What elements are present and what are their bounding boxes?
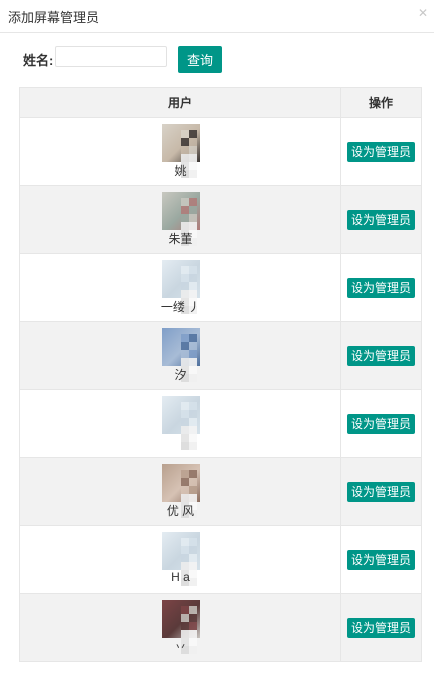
- action-cell: 设为管理员: [340, 525, 422, 594]
- action-cell: 设为管理员: [340, 389, 422, 458]
- dialog-title: 添加屏幕管理员: [8, 10, 100, 25]
- user-name: 朱董: [168, 232, 193, 246]
- table-row: 汐 设为管理员: [19, 321, 422, 390]
- query-button[interactable]: 查询: [178, 46, 222, 73]
- user-cell: 一缕 丿: [19, 253, 341, 322]
- action-cell: 设为管理员: [340, 321, 422, 390]
- set-admin-button[interactable]: 设为管理员: [347, 209, 415, 230]
- table-row: 姚 设为管理员: [19, 117, 422, 186]
- user-cell: 优 风: [19, 457, 341, 526]
- action-cell: 设为管理员: [340, 117, 422, 186]
- action-cell: 设为管理员: [340, 593, 422, 662]
- name-label: 姓名:: [23, 53, 54, 68]
- search-bar: 姓名: 查询: [0, 44, 434, 74]
- set-admin-button[interactable]: 设为管理员: [347, 549, 415, 570]
- set-admin-button[interactable]: 设为管理员: [347, 141, 415, 162]
- privacy-mosaic: [173, 402, 205, 452]
- action-cell: 设为管理员: [340, 253, 422, 322]
- action-cell: 设为管理员: [340, 457, 422, 526]
- user-table: 用户 操作 姚设为管理员 朱董 设为管理员 一缕 丿设为管理员汐设为管理员 设为管理员优…: [19, 87, 422, 687]
- close-icon[interactable]: ✕: [418, 7, 428, 19]
- column-header-user: 用户: [19, 87, 341, 118]
- table-row: 设为管理员: [19, 389, 422, 458]
- user-cell: 朱董: [19, 185, 341, 254]
- user-cell: 丷: [19, 593, 341, 662]
- user-name: 优 风: [166, 504, 195, 518]
- user-cell: [19, 389, 341, 458]
- table-row: H a 设为管理员: [19, 525, 422, 594]
- table-row: 一缕 丿 设为管理员: [19, 253, 422, 322]
- user-cell: 汐: [19, 321, 341, 390]
- user-name: 姚: [174, 164, 187, 178]
- column-header-action: 操作: [340, 87, 422, 118]
- user-name: H a: [171, 570, 190, 584]
- set-admin-button[interactable]: 设为管理员: [347, 345, 415, 366]
- name-search-input[interactable]: [55, 46, 167, 67]
- set-admin-button[interactable]: 设为管理员: [347, 277, 415, 298]
- dialog-header: 添加屏幕管理员 ✕: [0, 0, 434, 33]
- user-cell: 姚: [19, 117, 341, 186]
- table-header-row: 用户 操作: [19, 87, 422, 118]
- set-admin-button[interactable]: 设为管理员: [347, 617, 415, 638]
- set-admin-button[interactable]: 设为管理员: [347, 481, 415, 502]
- user-cell: H a: [19, 525, 341, 594]
- user-name: 汐: [174, 368, 187, 382]
- set-admin-button[interactable]: 设为管理员: [347, 413, 415, 434]
- table-row: 朱董 设为管理员: [19, 185, 422, 254]
- table-row: 优 风 设为管理员: [19, 457, 422, 526]
- table-row: 丷 设为管理员: [19, 593, 422, 662]
- action-cell: 设为管理员: [340, 185, 422, 254]
- user-name: 一缕 丿: [160, 300, 201, 314]
- user-name: 丷: [174, 640, 187, 654]
